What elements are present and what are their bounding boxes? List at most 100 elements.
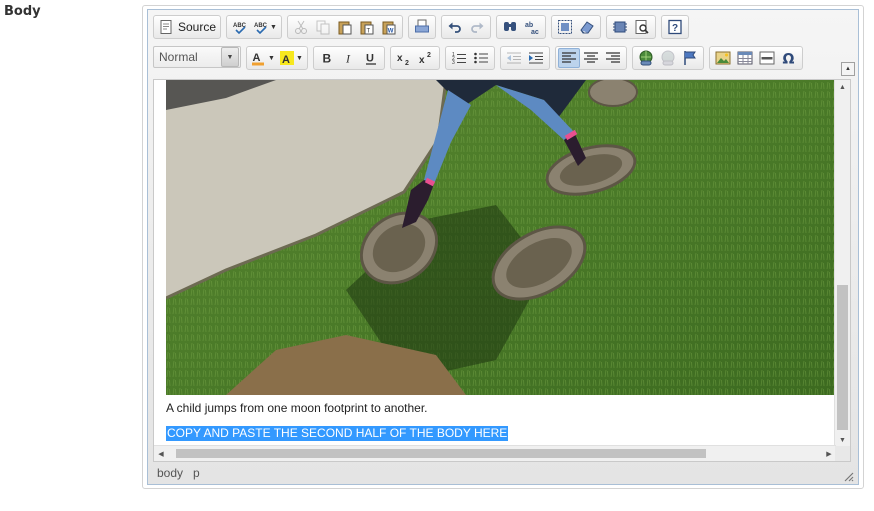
source-icon — [158, 19, 174, 35]
subscript-button[interactable]: x2 — [393, 48, 415, 68]
superscript-icon: x2 — [418, 50, 434, 66]
svg-text:T: T — [366, 29, 370, 35]
svg-text:W: W — [388, 29, 394, 35]
path-item-body[interactable]: body — [157, 466, 183, 480]
paste-word-icon: W — [381, 19, 397, 35]
scroll-left-icon[interactable]: ◀ — [154, 446, 168, 461]
indent-button[interactable] — [525, 48, 547, 68]
vertical-scrollbar[interactable]: ▲ ▼ — [834, 80, 850, 447]
align-center-icon — [583, 50, 599, 66]
paste-text-button[interactable]: T — [356, 17, 378, 37]
select-all-button[interactable] — [554, 17, 576, 37]
horizontal-scroll-thumb[interactable] — [176, 449, 706, 458]
paste-text-icon: T — [359, 19, 375, 35]
collapse-toolbar-button[interactable]: ▲ — [841, 62, 855, 76]
source-label: Source — [178, 20, 217, 34]
scroll-right-icon[interactable]: ▶ — [822, 446, 836, 461]
unlink-button[interactable] — [657, 48, 679, 68]
scroll-up-icon[interactable]: ▲ — [835, 80, 850, 94]
paste-button[interactable] — [334, 17, 356, 37]
horizontal-scrollbar[interactable]: ◀ ▶ — [154, 445, 836, 461]
unlink-icon — [660, 50, 676, 66]
path-item-p[interactable]: p — [193, 466, 200, 480]
tools-group — [605, 15, 656, 39]
superscript-button[interactable]: x2 — [415, 48, 437, 68]
history-group — [440, 15, 491, 39]
bulleted-list-icon — [473, 50, 489, 66]
show-blocks-icon — [612, 19, 628, 35]
resize-handle-icon[interactable] — [842, 469, 854, 482]
numbered-list-button[interactable]: 123 — [448, 48, 470, 68]
undo-button[interactable] — [444, 17, 466, 37]
rich-text-editor: Source ABC ABC ▼ T W ab ac ? Normal ▼ A … — [142, 5, 864, 489]
link-button[interactable] — [635, 48, 657, 68]
svg-text:2: 2 — [427, 52, 431, 59]
svg-text:ac: ac — [531, 29, 539, 35]
background-color-button[interactable]: A ▼ — [277, 48, 305, 68]
show-blocks-button[interactable] — [609, 17, 631, 37]
redo-button[interactable] — [466, 17, 488, 37]
source-button[interactable]: Source — [156, 17, 218, 37]
help-icon: ? — [667, 19, 683, 35]
link-icon — [638, 50, 654, 66]
italic-button[interactable]: I — [338, 48, 360, 68]
svg-text:I: I — [345, 52, 351, 66]
text-color-button[interactable]: A ▼ — [249, 48, 277, 68]
print-button[interactable] — [411, 17, 433, 37]
find-button[interactable] — [499, 17, 521, 37]
print-group — [407, 15, 436, 39]
print-icon — [414, 19, 430, 35]
anchor-icon — [682, 50, 698, 66]
spellcheck-dropdown-button[interactable]: ABC ▼ — [251, 17, 279, 37]
chevron-down-icon[interactable]: ▼ — [221, 47, 239, 67]
preview-icon — [634, 19, 650, 35]
align-center-button[interactable] — [580, 48, 602, 68]
spellcheck-icon: ABC — [232, 19, 248, 35]
outdent-icon — [506, 50, 522, 66]
svg-text:ab: ab — [525, 22, 533, 29]
remove-format-icon — [579, 19, 595, 35]
underline-button[interactable]: U — [360, 48, 382, 68]
image-caption: A child jumps from one moon footprint to… — [166, 401, 428, 415]
scroll-down-icon[interactable]: ▼ — [835, 433, 850, 447]
align-group — [554, 46, 627, 70]
find-icon — [502, 19, 518, 35]
align-right-button[interactable] — [602, 48, 624, 68]
spellcheck-button[interactable]: ABC — [229, 17, 251, 37]
svg-text:?: ? — [672, 23, 678, 34]
svg-text:U: U — [366, 53, 374, 65]
align-left-button[interactable] — [557, 48, 580, 68]
format-select-value: Normal — [159, 50, 198, 64]
background-color-icon: A — [279, 50, 295, 66]
image-button[interactable] — [712, 48, 734, 68]
copy-button[interactable] — [312, 17, 334, 37]
help-button[interactable]: ? — [664, 17, 686, 37]
table-button[interactable] — [734, 48, 756, 68]
replace-button[interactable]: ab ac — [521, 17, 543, 37]
special-char-button[interactable]: Ω — [778, 48, 800, 68]
align-right-icon — [605, 50, 621, 66]
image-icon — [715, 50, 731, 66]
editor-content-area[interactable]: A child jumps from one moon footprint to… — [153, 79, 851, 462]
vertical-scroll-thumb[interactable] — [837, 285, 848, 430]
insert-group: Ω — [708, 46, 803, 70]
cut-icon — [293, 19, 309, 35]
preview-button[interactable] — [631, 17, 653, 37]
underline-icon: U — [363, 50, 379, 66]
text-color-icon: A — [251, 50, 267, 66]
paste-icon — [337, 19, 353, 35]
horizontal-rule-button[interactable] — [756, 48, 778, 68]
bold-button[interactable]: B — [316, 48, 338, 68]
outdent-button[interactable] — [503, 48, 525, 68]
cut-button[interactable] — [290, 17, 312, 37]
chevron-down-icon: ▼ — [270, 23, 277, 31]
special-char-icon: Ω — [781, 50, 797, 67]
format-select[interactable]: Normal ▼ — [153, 46, 241, 68]
toolbar-row-1: Source ABC ABC ▼ T W ab ac ? — [153, 15, 689, 41]
remove-format-button[interactable] — [576, 17, 598, 37]
anchor-button[interactable] — [679, 48, 701, 68]
link-group — [631, 46, 704, 70]
paste-word-button[interactable]: W — [378, 17, 400, 37]
selected-placeholder-text[interactable]: COPY AND PASTE THE SECOND HALF OF THE BO… — [166, 426, 509, 441]
bulleted-list-button[interactable] — [470, 48, 492, 68]
